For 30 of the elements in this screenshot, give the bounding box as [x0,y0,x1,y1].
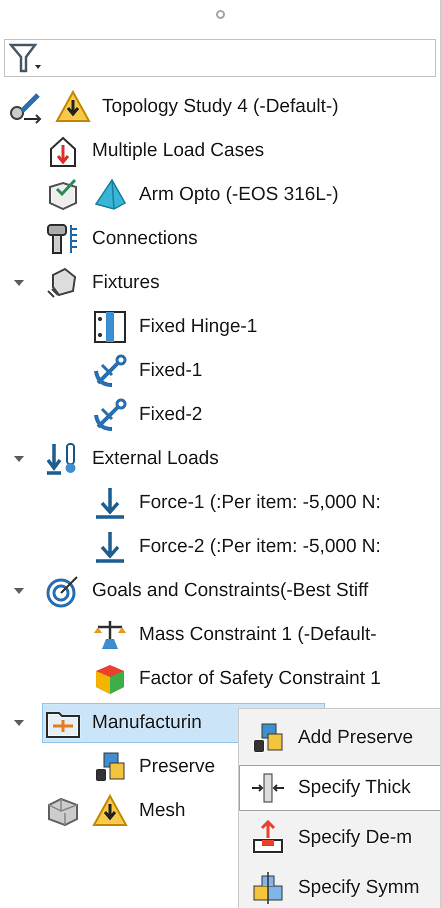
filter-icon[interactable] [9,42,43,74]
tree-item[interactable]: Multiple Load Cases [42,131,270,171]
tree-item[interactable]: Fixed Hinge-1 [89,307,262,347]
tree-item[interactable]: Connections [42,219,203,259]
tree-item[interactable]: Fixed-1 [89,351,208,391]
tree-item[interactable]: Goals and Constraints(-Best Stiff [42,571,374,611]
tree-item[interactable]: Force-1 (:Per item: -5,000 N: [89,483,386,523]
hinge-icon [92,309,128,345]
tree-item[interactable]: Arm Opto (-EOS 316L-) [42,175,344,215]
expand-arrow-icon[interactable] [13,278,25,288]
tree-item[interactable]: Fixtures [42,263,165,303]
anchor-icon [92,353,128,389]
tree-item[interactable]: Mass Constraint 1 (-Default- [89,615,382,655]
demold-icon [250,820,286,856]
expand-arrow-icon[interactable] [13,586,25,596]
menu-item[interactable]: Specify Thick [239,765,440,811]
menu-item[interactable]: Specify Symm [239,865,440,908]
splitter-handle[interactable] [216,10,224,19]
expand-arrow-icon[interactable] [13,454,25,464]
tree-item[interactable]: Mesh [42,791,190,831]
anchor-icon [92,397,128,433]
tree-item[interactable]: Fixed-2 [89,395,208,435]
tree-item[interactable]: Preserve [89,747,220,787]
expand-arrow-icon[interactable] [13,718,25,728]
tree-item[interactable]: Topology Study 4 (-Default-) [5,87,344,127]
tree-item[interactable]: External Loads [42,439,224,479]
tree-item[interactable]: Force-2 (:Per item: -5,000 N: [89,527,386,567]
tree-item[interactable]: Factor of Safety Constraint 1 [89,659,386,699]
menu-item[interactable]: Specify De-m [239,815,440,861]
filter-field[interactable] [4,39,436,77]
